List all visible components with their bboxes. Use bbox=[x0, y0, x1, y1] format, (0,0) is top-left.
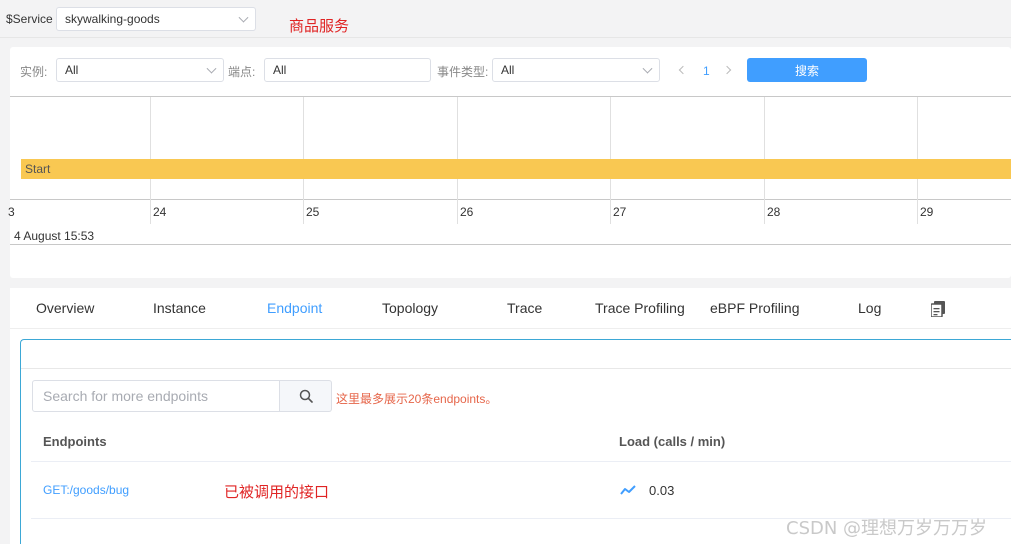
event-bar-label: Start bbox=[25, 162, 51, 176]
service-annotation: 商品服务 bbox=[289, 18, 350, 35]
endpoint-search-button[interactable] bbox=[280, 380, 332, 412]
timeline-event-bar[interactable]: Start bbox=[21, 159, 1011, 179]
timeline-date-label: 4 August 15:53 bbox=[14, 229, 95, 243]
tab-trace[interactable]: Trace bbox=[507, 300, 542, 316]
service-label: $Service bbox=[6, 12, 53, 26]
tab-endpoint[interactable]: Endpoint bbox=[267, 300, 322, 316]
instance-select[interactable]: All bbox=[56, 58, 224, 82]
chevron-down-icon bbox=[206, 63, 217, 74]
timeline-tick: 29 bbox=[920, 205, 934, 219]
trend-line-icon bbox=[620, 485, 636, 495]
endpoint-input[interactable]: All bbox=[264, 58, 431, 82]
timeline-tick: 25 bbox=[306, 205, 320, 219]
column-header-load: Load (calls / min) bbox=[619, 434, 726, 449]
event-type-label: 事件类型: bbox=[437, 65, 489, 79]
card-header-divider bbox=[21, 368, 1011, 369]
next-page-icon[interactable] bbox=[722, 65, 732, 75]
dashboard-panel: Overview Instance Endpoint Topology Trac… bbox=[10, 288, 1011, 544]
chevron-down-icon bbox=[642, 63, 653, 74]
tab-log[interactable]: Log bbox=[858, 300, 881, 316]
instance-select-value: All bbox=[65, 63, 79, 77]
instance-label: 实例: bbox=[20, 65, 48, 79]
tab-ebpf-profiling[interactable]: eBPF Profiling bbox=[710, 300, 799, 316]
copy-icon[interactable] bbox=[931, 301, 945, 317]
events-panel: 实例: All 端点: All 事件类型: All 1 搜索 Start 3 2… bbox=[8, 47, 1011, 278]
prev-page-icon[interactable] bbox=[678, 65, 688, 75]
service-select-value: skywalking-goods bbox=[65, 12, 160, 26]
timeline-track bbox=[10, 97, 1011, 200]
event-type-select[interactable]: All bbox=[492, 58, 660, 82]
timeline-tick: 24 bbox=[153, 205, 167, 219]
service-select[interactable]: skywalking-goods bbox=[56, 7, 256, 31]
table-header-divider bbox=[31, 461, 1011, 462]
column-header-endpoints: Endpoints bbox=[43, 434, 107, 449]
chevron-down-icon bbox=[238, 12, 249, 23]
endpoint-input-value: All bbox=[273, 63, 287, 77]
endpoint-load-value: 0.03 bbox=[649, 483, 675, 498]
watermark: CSDN @理想万岁万万岁 bbox=[786, 518, 988, 539]
page-number[interactable]: 1 bbox=[703, 64, 710, 78]
tab-topology[interactable]: Topology bbox=[382, 300, 438, 316]
search-icon bbox=[299, 389, 313, 403]
event-timeline[interactable]: Start 3 24 25 26 27 28 29 4 August 15:53 bbox=[8, 96, 1011, 245]
event-type-select-value: All bbox=[501, 63, 515, 77]
endpoint-label: 端点: bbox=[228, 65, 256, 79]
endpoint-limit-hint: 这里最多展示20条endpoints。 bbox=[336, 392, 498, 406]
tab-trace-profiling[interactable]: Trace Profiling bbox=[595, 300, 685, 316]
search-placeholder: Search for more endpoints bbox=[43, 388, 208, 404]
endpoint-link[interactable]: GET:/goods/bug bbox=[43, 483, 129, 497]
search-button[interactable]: 搜索 bbox=[747, 58, 867, 82]
timeline-tick: 26 bbox=[460, 205, 474, 219]
timeline-tick: 27 bbox=[613, 205, 627, 219]
endpoint-annotation: 已被调用的接口 bbox=[224, 484, 330, 501]
timeline-tick: 3 bbox=[8, 205, 15, 219]
tab-overview[interactable]: Overview bbox=[36, 300, 94, 316]
endpoint-search-input[interactable]: Search for more endpoints bbox=[32, 380, 280, 412]
timeline-tick: 28 bbox=[767, 205, 781, 219]
dashboard-tabs: Overview Instance Endpoint Topology Trac… bbox=[10, 288, 1011, 329]
tab-instance[interactable]: Instance bbox=[153, 300, 206, 316]
service-bar: $Service skywalking-goods 商品服务 bbox=[0, 0, 1011, 38]
